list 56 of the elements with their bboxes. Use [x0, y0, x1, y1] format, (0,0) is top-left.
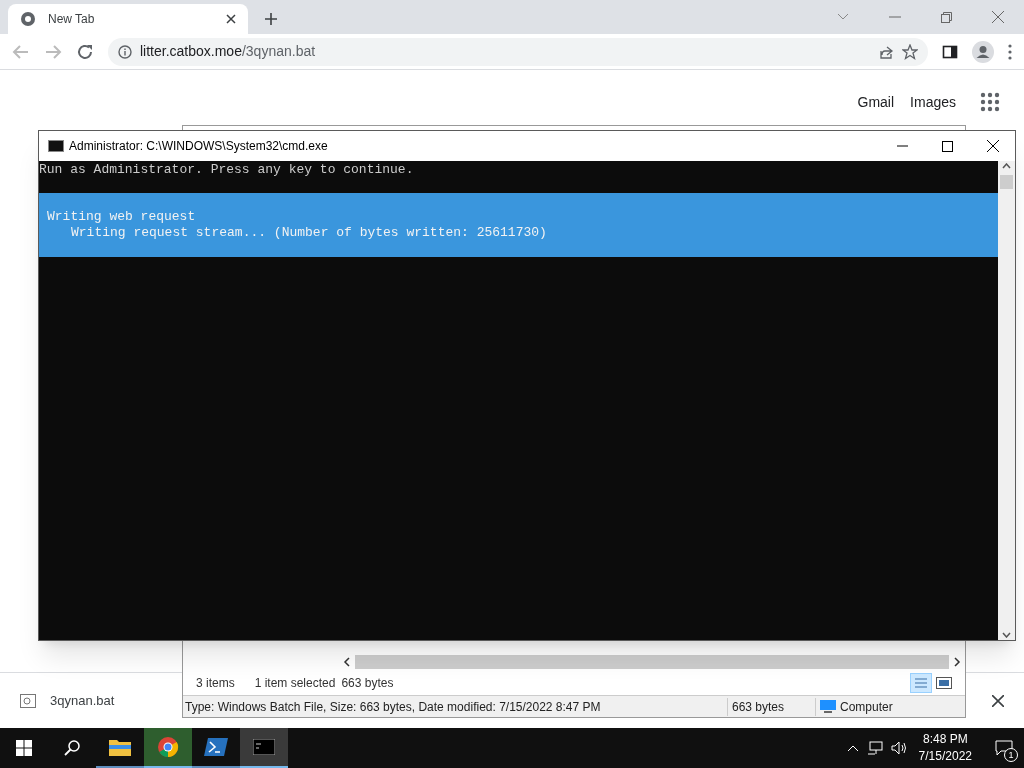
header-link[interactable]: Images	[910, 91, 956, 113]
thumbnails-view-icon[interactable]	[936, 677, 952, 689]
apps-grid-icon[interactable]	[980, 92, 1000, 112]
header-link[interactable]: Gmail	[857, 91, 895, 113]
scroll-left-icon[interactable]	[343, 657, 351, 667]
tab-title: New Tab	[48, 11, 96, 28]
side-panel-icon[interactable]	[942, 43, 958, 60]
progress-detail: Writing request stream... (Number of bytes written: 25611730)	[70, 225, 547, 241]
chevron-up-icon[interactable]	[846, 744, 859, 752]
browser-tab[interactable]: New Tab	[8, 4, 248, 34]
chevron-down-icon[interactable]	[837, 13, 849, 21]
file-icon	[20, 693, 36, 708]
url-text: litter.catbox.moe/3qynan.bat	[140, 42, 317, 61]
powershell-icon	[204, 738, 228, 756]
menu-icon[interactable]	[1008, 43, 1012, 60]
reload-icon[interactable]	[76, 42, 94, 61]
file-details: Type: Windows Batch File, Size: 663 bytes, Date modified: 7/15/2022 8:47 PM	[184, 698, 602, 716]
profile-icon[interactable]	[972, 40, 994, 63]
scroll-down-icon[interactable]	[1002, 632, 1011, 638]
computer-icon	[820, 699, 836, 714]
selection-status: 1 item selected	[254, 675, 336, 692]
new-tab-icon[interactable]	[264, 12, 278, 26]
info-icon[interactable]	[118, 44, 132, 59]
network-icon[interactable]	[866, 741, 883, 755]
windows-icon	[16, 740, 32, 756]
notification-count: 1	[1004, 748, 1018, 762]
clock[interactable]: 8:48 PM 7/15/2022	[918, 731, 972, 765]
selection-size: 663 bytes	[341, 675, 394, 692]
clock-date: 7/15/2022	[918, 748, 972, 765]
cmd-icon	[48, 140, 64, 152]
progress-heading: Writing web request	[47, 209, 196, 225]
close-icon[interactable]	[992, 694, 1004, 707]
search-icon	[64, 740, 80, 756]
close-icon[interactable]	[987, 140, 999, 152]
scrollbar-thumb[interactable]	[355, 655, 949, 669]
volume-icon[interactable]	[890, 741, 907, 755]
item-count: 3 items	[196, 675, 235, 692]
message-icon	[995, 740, 1013, 756]
clock-time: 8:48 PM	[922, 731, 968, 748]
console-line: Run as Administrator. Press any key to continue.	[39, 161, 415, 178]
scrollbar-thumb[interactable]	[1000, 175, 1013, 189]
close-icon[interactable]	[226, 14, 236, 24]
file-size: 663 bytes	[727, 697, 815, 716]
download-item[interactable]: 3qynan.bat	[20, 690, 115, 711]
scroll-up-icon[interactable]	[1002, 163, 1011, 169]
cmd-icon	[253, 739, 275, 755]
restore-icon[interactable]	[941, 11, 952, 23]
zone-label: Computer	[840, 698, 893, 716]
star-icon[interactable]	[902, 43, 918, 60]
notifications-button[interactable]: 1	[984, 728, 1024, 768]
folder-icon	[109, 738, 131, 756]
address-bar[interactable]: litter.catbox.moe/3qynan.bat	[108, 37, 928, 66]
scroll-right-icon[interactable]	[953, 657, 961, 667]
maximize-icon[interactable]	[942, 140, 953, 152]
window-title: Administrator: C:\WINDOWS\System32\cmd.exe	[69, 138, 329, 155]
taskbar-app[interactable]	[240, 728, 288, 768]
